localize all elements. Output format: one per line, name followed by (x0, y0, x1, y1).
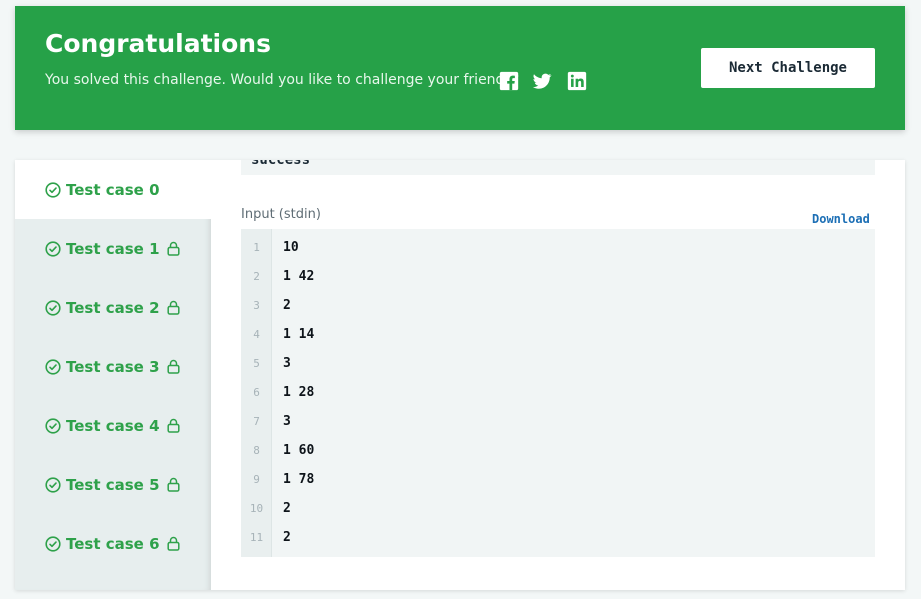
line-number: 3 (253, 299, 260, 312)
code-line: 3 (283, 414, 291, 429)
code-line: 3 (283, 356, 291, 371)
code-line: 1 60 (283, 443, 315, 458)
line-number-gutter: 1 2 3 4 5 6 7 8 9 10 11 (241, 229, 272, 557)
line-number: 11 (249, 531, 264, 544)
line-number: 6 (253, 386, 260, 399)
banner-title: Congratulations (45, 29, 271, 58)
tab-test-case-6[interactable]: Test case 6 (15, 514, 211, 573)
tab-test-case-0[interactable]: Test case 0 (15, 160, 211, 219)
code-line: 2 (283, 530, 291, 545)
lock-icon (166, 300, 180, 315)
tab-test-case-4[interactable]: Test case 4 (15, 396, 211, 455)
tab-test-case-3[interactable]: Test case 3 (15, 337, 211, 396)
lock-icon (166, 359, 180, 374)
previous-output-text: success (251, 160, 311, 168)
code-line: 2 (283, 501, 291, 516)
check-circle-icon (45, 358, 61, 375)
twitter-icon[interactable] (531, 70, 553, 92)
tab-label: Test case 6 (66, 534, 160, 553)
check-circle-icon (45, 181, 61, 198)
tab-label: Test case 0 (66, 180, 160, 199)
code-line: 1 42 (283, 269, 315, 284)
check-circle-icon (45, 535, 61, 552)
line-number: 2 (253, 270, 260, 283)
line-number: 9 (253, 473, 260, 486)
check-circle-icon (45, 299, 61, 316)
input-label: Input (stdin) (241, 207, 321, 222)
line-number: 1 (253, 241, 260, 254)
download-link[interactable]: Download (812, 212, 870, 226)
tab-label: Test case 4 (66, 416, 160, 435)
tab-test-case-1[interactable]: Test case 1 (15, 219, 211, 278)
line-number: 4 (253, 328, 260, 341)
congratulations-banner: Congratulations You solved this challeng… (15, 6, 905, 130)
linkedin-icon[interactable] (566, 70, 588, 92)
code-line: 1 14 (283, 327, 315, 342)
facebook-icon[interactable] (498, 70, 520, 92)
line-number: 8 (253, 444, 260, 457)
next-challenge-button[interactable]: Next Challenge (701, 48, 875, 88)
lock-icon (166, 536, 180, 551)
check-circle-icon (45, 476, 61, 493)
line-number: 10 (249, 502, 264, 515)
lock-icon (166, 241, 180, 256)
check-circle-icon (45, 417, 61, 434)
results-panel: Test case 0 Test case 1 Test case 2 Test… (15, 160, 905, 590)
code-line: 10 (283, 240, 299, 255)
tab-label: Test case 3 (66, 357, 160, 376)
tab-label: Test case 5 (66, 475, 160, 494)
lock-icon (166, 477, 180, 492)
tab-label: Test case 2 (66, 298, 160, 317)
stdin-code-block: 1 2 3 4 5 6 7 8 9 10 11 10 1 42 2 1 14 3… (241, 229, 875, 557)
tab-test-case-5[interactable]: Test case 5 (15, 455, 211, 514)
code-line: 1 78 (283, 472, 315, 487)
tab-label: Test case 1 (66, 239, 160, 258)
line-number: 7 (253, 415, 260, 428)
lock-icon (166, 418, 180, 433)
code-line: 2 (283, 298, 291, 313)
tab-test-case-2[interactable]: Test case 2 (15, 278, 211, 337)
banner-message: You solved this challenge. Would you lik… (45, 72, 520, 88)
test-case-sidebar: Test case 0 Test case 1 Test case 2 Test… (15, 160, 211, 590)
check-circle-icon (45, 240, 61, 257)
code-line: 1 28 (283, 385, 315, 400)
line-number: 5 (253, 357, 260, 370)
previous-output-block: success (241, 160, 875, 175)
